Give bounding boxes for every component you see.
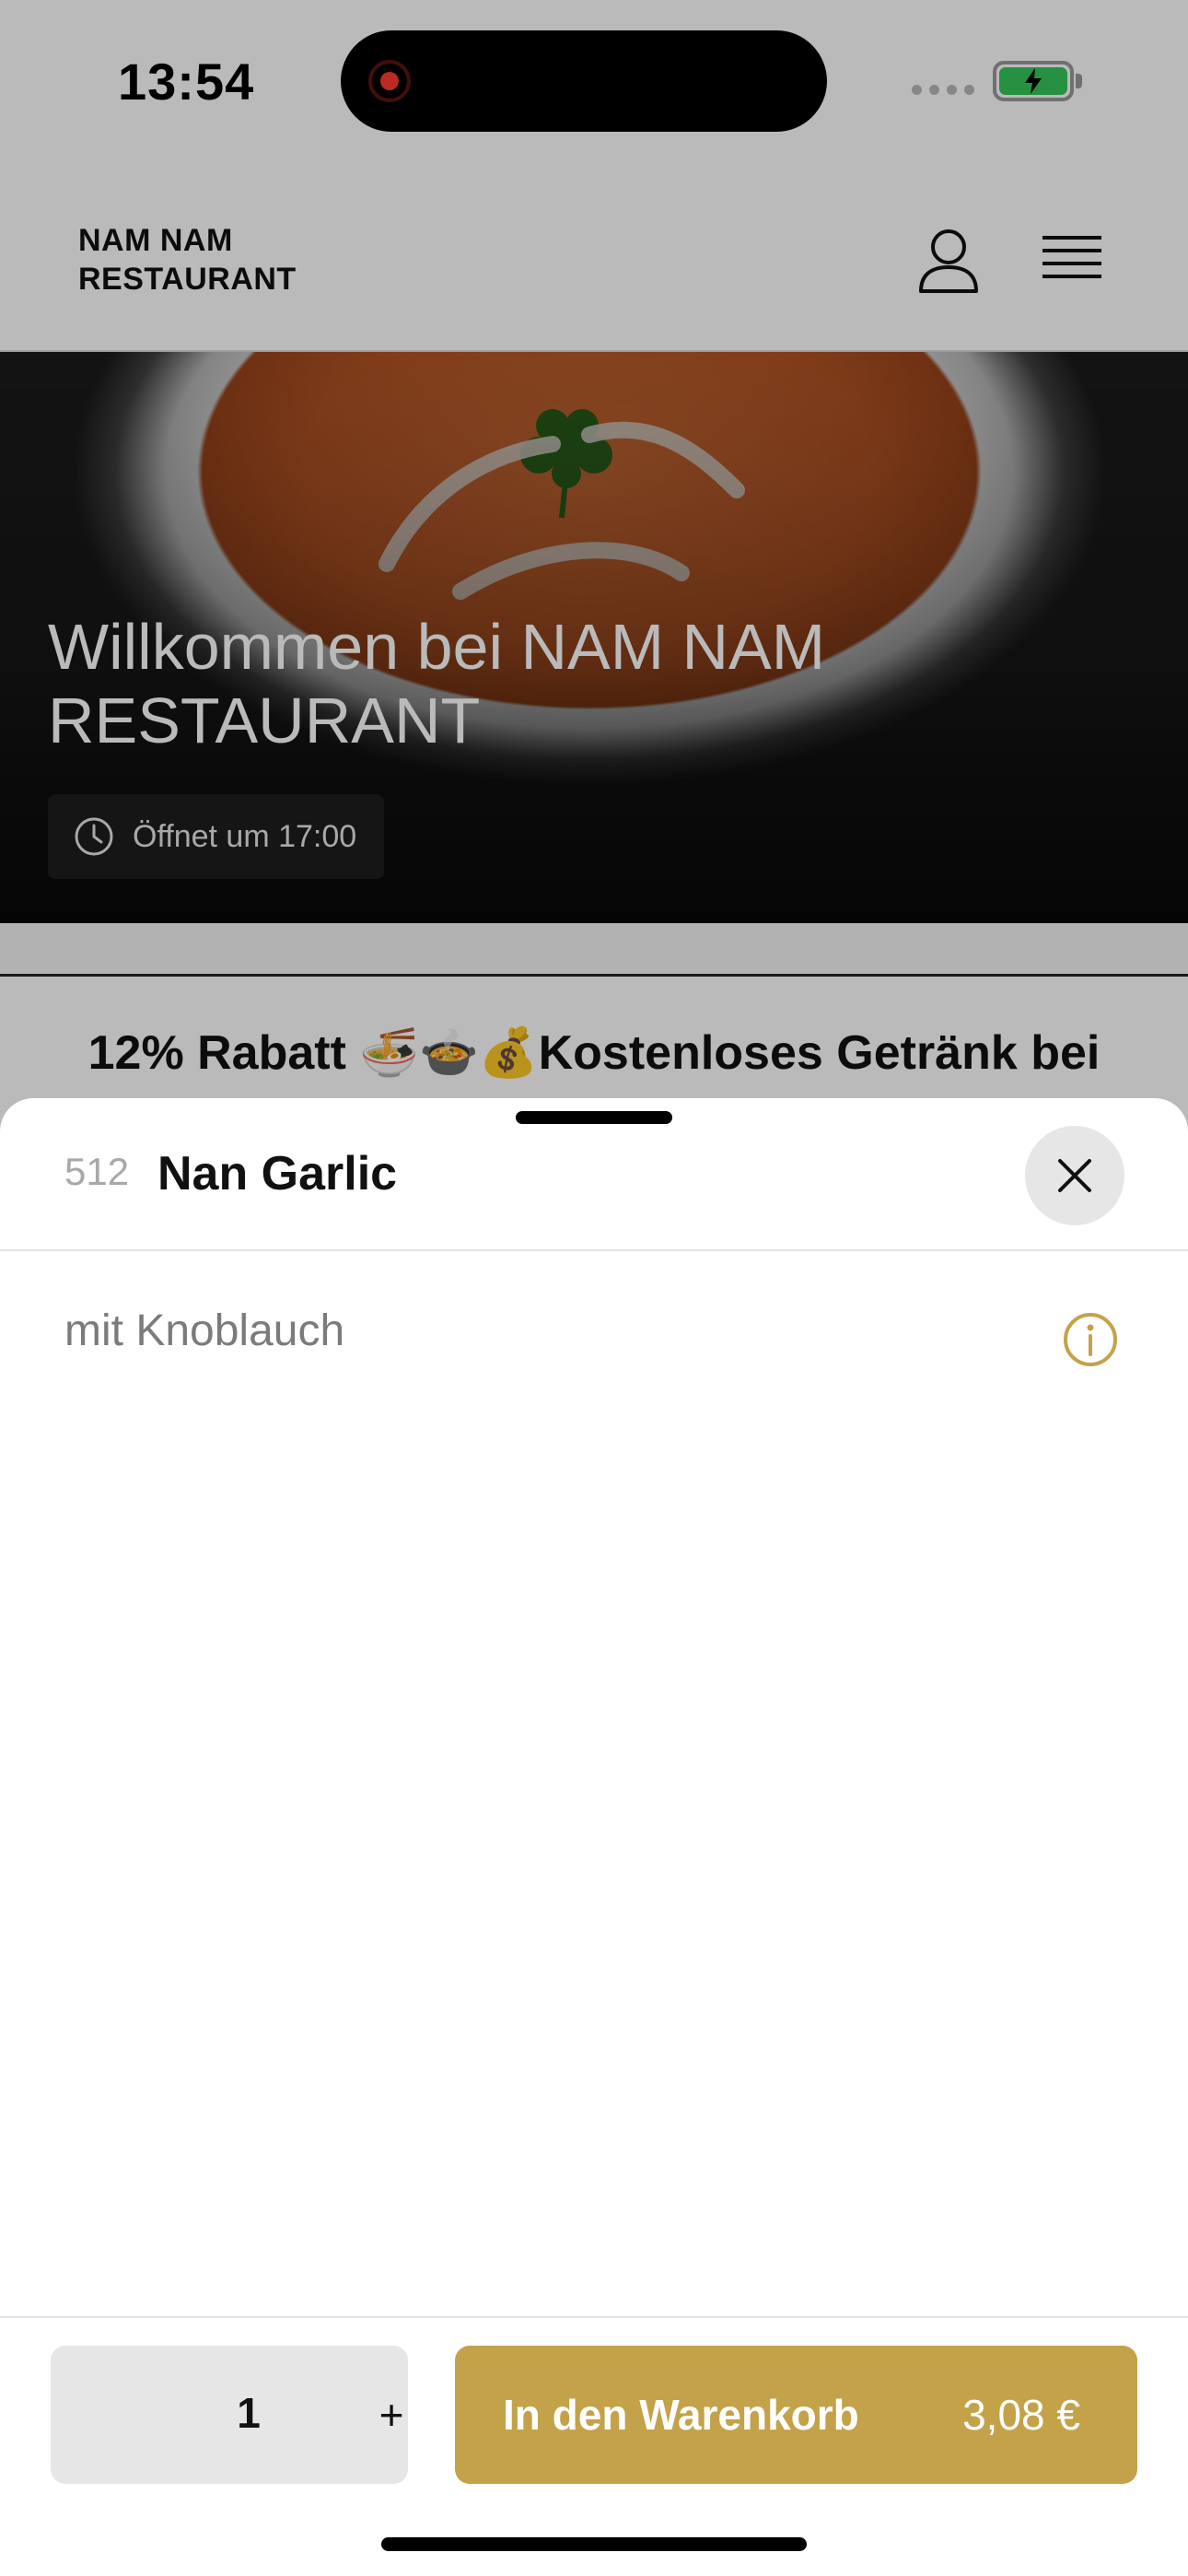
increment-button[interactable]: + <box>364 2387 419 2442</box>
close-icon <box>1058 1159 1091 1192</box>
add-to-cart-label: In den Warenkorb <box>503 2391 859 2439</box>
item-description: mit Knoblauch <box>64 1306 345 1355</box>
sheet-header: 512 Nan Garlic <box>0 1098 1188 1251</box>
info-icon[interactable] <box>1063 1312 1118 1367</box>
add-to-cart-button[interactable]: In den Warenkorb 3,08 € <box>455 2346 1137 2484</box>
item-number: 512 <box>64 1150 130 1193</box>
item-name: Nan Garlic <box>157 1147 398 1200</box>
quantity-stepper: 1 + <box>51 2346 408 2484</box>
product-bottom-sheet: 512 Nan Garlic mit Knoblauch 1 + In den … <box>0 1098 1188 2576</box>
sheet-grabber-handle[interactable] <box>516 1111 672 1124</box>
item-price: 3,08 € <box>962 2391 1080 2439</box>
screen: 13:54 NAM NAM RESTAURANT Willkommen bei … <box>0 0 1188 2576</box>
close-button[interactable] <box>1025 1126 1124 1225</box>
quantity-value: 1 <box>237 2389 261 2437</box>
home-indicator[interactable] <box>381 2537 807 2551</box>
